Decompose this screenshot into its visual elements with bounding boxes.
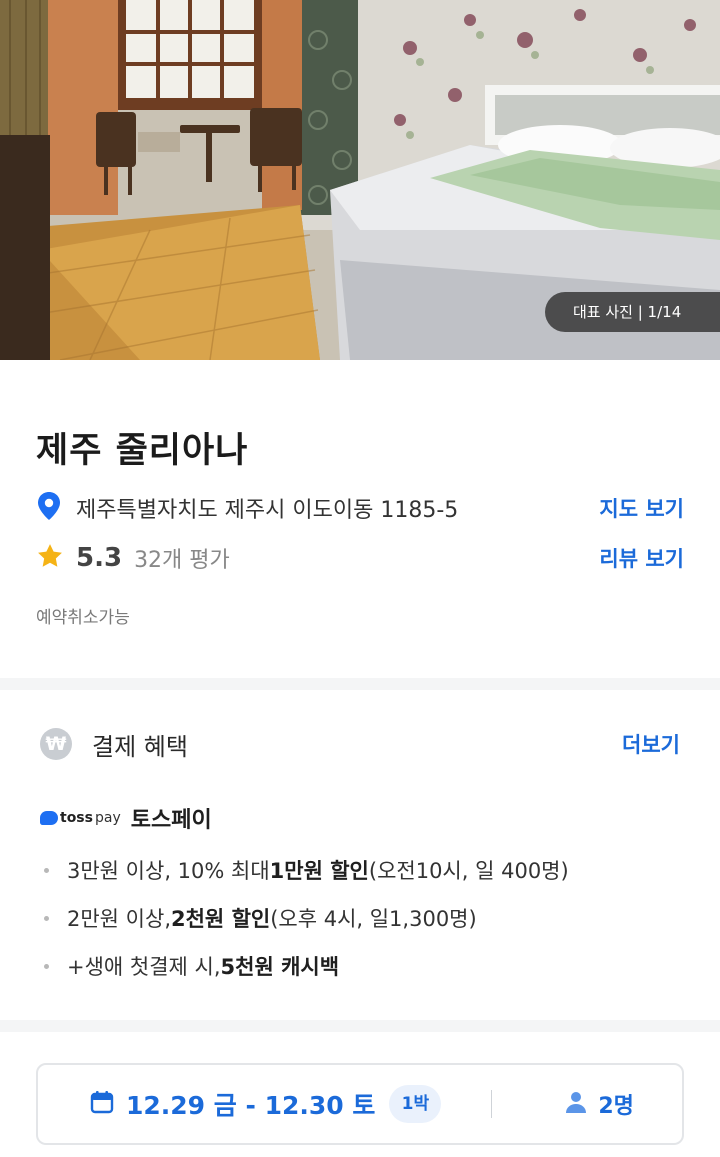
bullet-dot [44, 867, 49, 873]
benefit-list: 3만원 이상, 10% 최대 1만원 할인 (오전10시, 일 400명) 2만원… [44, 846, 569, 990]
benefit-highlight: 1만원 할인 [269, 859, 369, 883]
tosspay-logo: toss pay [40, 810, 121, 826]
benefit-header: ₩ 결제 혜택 더보기 [40, 726, 680, 762]
star-icon [36, 542, 64, 574]
toss-logo-text: toss [60, 810, 93, 826]
benefit-text: +생애 첫결제 시, [67, 955, 221, 979]
calendar-icon [90, 1090, 114, 1118]
location-pin-icon [36, 491, 62, 525]
photo-counter-badge: 대표 사진 | 1/14 [545, 292, 720, 332]
hotel-info-section: 제주 줄리아나 제주특별자치도 제주시 이도이동 1185-5 지도 보기 5.… [0, 360, 720, 678]
guest-count: 2명 [598, 1094, 634, 1119]
won-coin-icon: ₩ [40, 728, 72, 760]
booking-selector: 12.29 금 - 12.30 토 1박 2명 [36, 1063, 684, 1145]
toss-drop-icon [40, 811, 58, 825]
section-divider [0, 678, 720, 690]
provider-name: 토스페이 [130, 808, 212, 833]
rating-row: 5.3 32개 평가 리뷰 보기 [36, 540, 684, 576]
benefit-text: 2만원 이상, [67, 907, 171, 931]
payment-benefit-section: ₩ 결제 혜택 더보기 toss pay 토스페이 3만원 이상, 10% 최대 … [0, 690, 720, 1020]
benefit-highlight: 2천원 할인 [171, 907, 271, 931]
benefit-condition: (오후 4시, 일1,300명) [270, 907, 477, 931]
booking-separator [491, 1090, 493, 1118]
benefit-condition: (오전10시, 일 400명) [368, 859, 569, 883]
address-row: 제주특별자치도 제주시 이도이동 1185-5 지도 보기 [36, 490, 684, 526]
benefit-more-link[interactable]: 더보기 [622, 729, 680, 759]
cancellation-note: 예약취소가능 [36, 608, 130, 628]
person-icon [564, 1090, 588, 1118]
hotel-address: 제주특별자치도 제주시 이도이동 1185-5 [76, 498, 459, 523]
benefit-item: 3만원 이상, 10% 최대 1만원 할인 (오전10시, 일 400명) [44, 846, 569, 894]
guest-selector[interactable]: 2명 [564, 1088, 634, 1120]
rating-score: 5.3 [76, 543, 123, 573]
date-selector[interactable]: 12.29 금 - 12.30 토 1박 [90, 1085, 442, 1123]
bullet-dot [44, 963, 49, 969]
map-view-link[interactable]: 지도 보기 [599, 493, 684, 523]
toss-logo-suffix: pay [94, 810, 121, 826]
stay-dates: 12.29 금 - 12.30 토 [126, 1091, 376, 1120]
bullet-dot [44, 915, 49, 921]
benefit-title: 결제 혜택 [92, 732, 188, 761]
hero-photo[interactable]: 대표 사진 | 1/14 [0, 0, 720, 360]
hotel-name: 제주 줄리아나 [36, 431, 249, 471]
tosspay-provider: toss pay 토스페이 [40, 802, 212, 834]
benefit-item: +생애 첫결제 시, 5천원 캐시백 [44, 942, 569, 990]
benefit-item: 2만원 이상, 2천원 할인 (오후 4시, 일1,300명) [44, 894, 569, 942]
nights-badge: 1박 [389, 1085, 442, 1123]
review-count: 32개 평가 [134, 548, 230, 573]
review-view-link[interactable]: 리뷰 보기 [599, 543, 684, 573]
section-divider [0, 1020, 720, 1032]
benefit-highlight: 5천원 캐시백 [220, 955, 340, 979]
benefit-text: 3만원 이상, 10% 최대 [67, 859, 270, 883]
